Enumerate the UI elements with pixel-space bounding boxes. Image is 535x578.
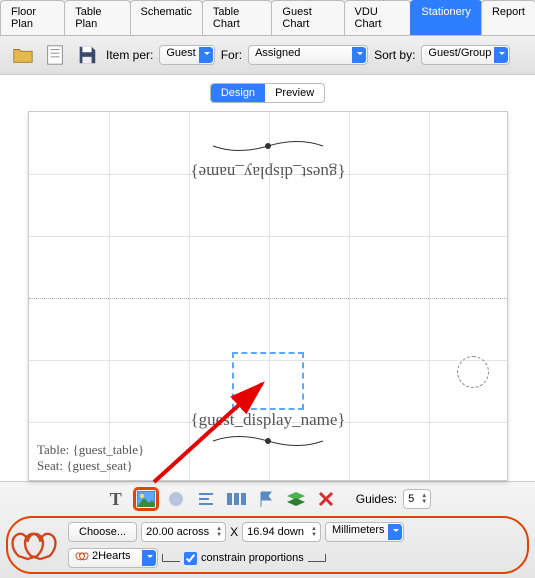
annotation-arrow — [144, 362, 294, 492]
view-tabs: Floor Plan Table Plan Schematic Table Ch… — [0, 0, 535, 36]
seat-placeholder[interactable]: Seat: {guest_seat} — [37, 458, 133, 474]
table-placeholder[interactable]: Table: {guest_table} — [37, 442, 144, 458]
sort-label: Sort by: — [374, 48, 415, 62]
view-mode-segment[interactable]: Design Preview — [210, 83, 325, 103]
canvas-area: {guest_display_name} {guest_display_name… — [0, 111, 535, 481]
image-thumb — [8, 523, 60, 567]
stationery-canvas[interactable]: {guest_display_name} {guest_display_name… — [28, 111, 508, 481]
seg-design[interactable]: Design — [211, 84, 265, 102]
tab-guest-chart[interactable]: Guest Chart — [271, 0, 344, 35]
fold-line — [29, 298, 507, 299]
hearts-icon — [75, 551, 89, 561]
tab-report[interactable]: Report — [481, 0, 535, 35]
document-list-icon[interactable] — [42, 42, 68, 68]
guides-spin[interactable]: 5▲▼ — [403, 489, 431, 509]
delete-tool[interactable] — [314, 488, 338, 510]
guides-label: Guides: — [356, 492, 397, 506]
x-label: X — [230, 525, 238, 539]
tab-schematic[interactable]: Schematic — [130, 0, 203, 35]
tab-stationery[interactable]: Stationery — [410, 0, 482, 35]
tab-vdu-chart[interactable]: VDU Chart — [344, 0, 412, 35]
tab-floor-plan[interactable]: Floor Plan — [0, 0, 65, 35]
item-per-label: Item per: — [106, 48, 153, 62]
open-folder-icon[interactable] — [10, 42, 36, 68]
tab-table-plan[interactable]: Table Plan — [64, 0, 130, 35]
seg-preview[interactable]: Preview — [265, 84, 324, 102]
unit-select[interactable]: Millimeters — [325, 522, 404, 542]
for-label: For: — [221, 48, 242, 62]
text-tool[interactable]: T — [104, 488, 128, 510]
width-spin[interactable]: 20.00 across▲▼ — [141, 522, 226, 542]
flourish-top — [208, 134, 328, 155]
height-spin[interactable]: 16.94 down▲▼ — [242, 522, 321, 542]
editor-toolbar: T Guides: 5▲▼ Choose... 20.00 across▲▼ X… — [0, 481, 535, 578]
save-icon[interactable] — [74, 42, 100, 68]
sort-select[interactable]: Guest/Group — [421, 45, 510, 65]
choose-image-button[interactable]: Choose... — [68, 522, 137, 542]
constrain-check[interactable] — [184, 552, 197, 565]
placeholder-top[interactable]: {guest_display_name} — [190, 162, 345, 182]
clipart-select[interactable]: 2Hearts — [68, 548, 158, 568]
constrain-label: constrain proportions — [201, 552, 304, 564]
stationery-toolbar: Item per: Guest For: Assigned Sort by: G… — [0, 36, 535, 75]
tab-table-chart[interactable]: Table Chart — [202, 0, 273, 35]
item-per-select[interactable]: Guest — [159, 45, 214, 65]
circle-selection[interactable] — [457, 356, 489, 388]
constrain-proportions[interactable]: constrain proportions — [162, 552, 326, 565]
for-select[interactable]: Assigned — [248, 45, 368, 65]
